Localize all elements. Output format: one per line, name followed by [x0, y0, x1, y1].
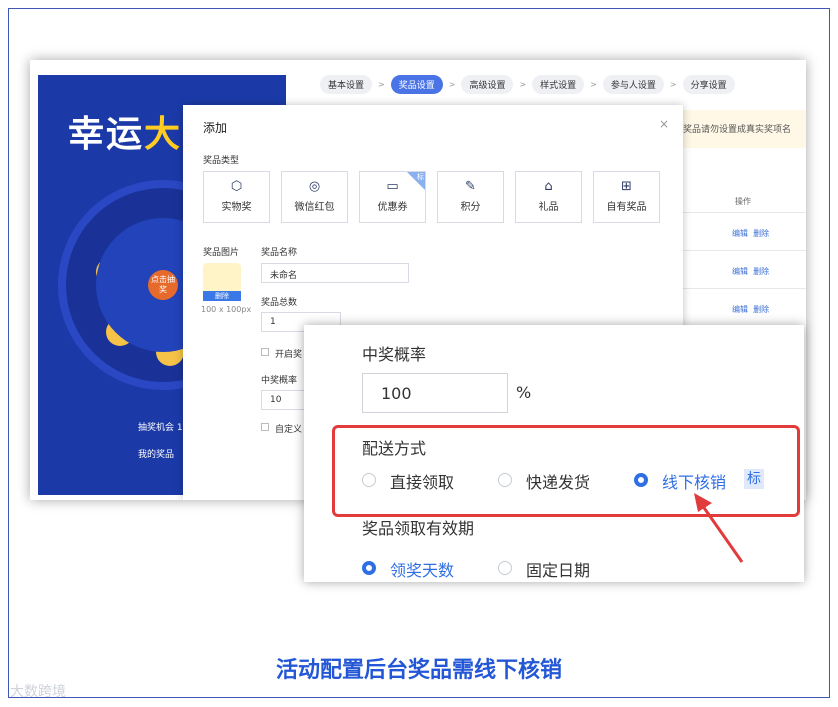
- custom-label: 自定义: [275, 425, 303, 435]
- custom-checkbox[interactable]: [261, 423, 269, 431]
- type-coupon[interactable]: 标 ▭ 优惠券: [359, 171, 426, 223]
- type-physical[interactable]: ⬡ 实物奖: [203, 171, 270, 223]
- table-header-op: 操作: [735, 197, 751, 206]
- validity-label: 奖品领取有效期: [362, 519, 475, 538]
- type-gift[interactable]: ⌂ 礼品: [515, 171, 582, 223]
- prize-name-input[interactable]: 未命名: [261, 263, 409, 283]
- prize-image-label: 奖品图片: [203, 248, 240, 258]
- box-icon: ⊞: [621, 179, 632, 194]
- cube-icon: ⬡: [230, 179, 243, 194]
- delete-image-button[interactable]: 删除: [203, 291, 241, 301]
- prize-image[interactable]: 删除: [203, 263, 241, 301]
- type-points[interactable]: ✎ 积分: [437, 171, 504, 223]
- caption-text: 活动配置后台奖品需线下核销: [275, 658, 562, 683]
- prize-total-label: 奖品总数: [261, 298, 298, 308]
- step-share[interactable]: 分享设置: [682, 75, 735, 94]
- phone-title: 幸运大: [68, 114, 183, 155]
- step-participant[interactable]: 参与人设置: [602, 75, 664, 94]
- validity-radio-date[interactable]: [498, 561, 512, 575]
- zoom-prob-input[interactable]: 100: [362, 373, 508, 413]
- zoom-prob-label: 中奖概率: [362, 345, 427, 364]
- type-redpacket[interactable]: ◎ 微信红包: [281, 171, 348, 223]
- prob-label: 中奖概率: [261, 376, 298, 386]
- validity-option-days[interactable]: 领奖天数: [390, 557, 454, 581]
- prize-type-list: ⬡ 实物奖 ◎ 微信红包 标 ▭ 优惠券 ✎ 积分 ⌂ 礼品 ⊞ 自有奖品: [203, 171, 660, 223]
- watermark: 大数跨境: [10, 684, 66, 700]
- step-bar: 基本设置 > 奖品设置 > 高级设置 > 样式设置 > 参与人设置 > 分享设置: [320, 75, 735, 94]
- image-size-hint: 100 x 100px: [201, 305, 252, 314]
- close-icon[interactable]: ×: [659, 117, 669, 131]
- row-actions[interactable]: 编辑 删除: [732, 266, 769, 277]
- validity-option-date[interactable]: 固定日期: [526, 557, 590, 581]
- spin-button[interactable]: 点击抽奖: [148, 270, 178, 300]
- row-actions[interactable]: 编辑 删除: [732, 304, 769, 315]
- prize-name-label: 奖品名称: [261, 248, 298, 258]
- my-prize-link[interactable]: 我的奖品: [138, 447, 174, 460]
- delivery-highlight-box: [332, 425, 800, 517]
- open-checkbox[interactable]: [261, 348, 269, 356]
- row-actions[interactable]: 编辑 删除: [732, 228, 769, 239]
- step-advanced[interactable]: 高级设置: [461, 75, 514, 94]
- gift-icon: ⌂: [544, 179, 553, 194]
- step-style[interactable]: 样式设置: [532, 75, 585, 94]
- validity-radio-days[interactable]: [362, 561, 376, 575]
- step-prize[interactable]: 奖品设置: [390, 75, 443, 94]
- notice-bar: 非奖品请勿设置成真实奖项名: [670, 110, 806, 148]
- zoom-prob-unit: %: [516, 383, 532, 402]
- redpacket-icon: ◎: [308, 179, 321, 194]
- type-own[interactable]: ⊞ 自有奖品: [593, 171, 660, 223]
- points-icon: ✎: [465, 179, 476, 194]
- open-label: 开启奖: [275, 350, 303, 360]
- step-basic[interactable]: 基本设置: [320, 75, 373, 94]
- modal-title: 添加: [203, 121, 228, 135]
- prize-type-label: 奖品类型: [203, 156, 240, 166]
